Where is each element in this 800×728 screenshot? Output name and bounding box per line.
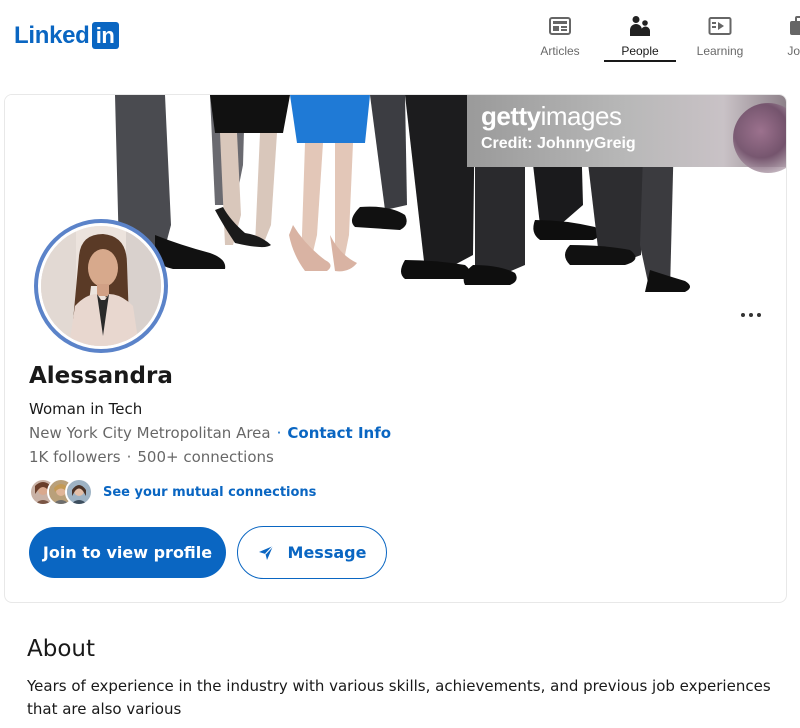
nav-item-articles[interactable]: Articles [520,14,600,62]
location-row: New York City Metropolitan Area · Contact … [29,424,391,442]
profile-headline: Woman in Tech [29,400,143,418]
watermark-logo: gettyimages [481,101,622,131]
avatar[interactable] [34,219,168,353]
nav-item-people[interactable]: People [600,14,680,62]
separator-dot: · [276,424,282,442]
avatar-photo [41,226,161,346]
people-icon [630,16,650,36]
nav-label-jobs: Jobs [787,44,800,58]
logo-wordmark: Linked [14,22,90,49]
jobs-icon [790,16,800,35]
top-nav: Articles People Learning Jo [520,14,800,62]
learning-icon [708,17,732,35]
mutual-avatars [29,478,93,506]
stats-row: 1K followers · 500+ connections [29,448,274,466]
more-dot [757,313,761,317]
articles-icon [549,17,571,35]
profile-location: New York City Metropolitan Area [29,424,271,442]
more-actions-button[interactable] [735,303,767,327]
linkedin-logo[interactable]: Linked in [14,22,119,49]
mutual-connections-link[interactable]: See your mutual connections [29,478,316,506]
contact-info-link[interactable]: Contact Info [287,424,391,442]
message-button-label: Message [287,543,367,562]
logo-box: in [91,22,119,49]
watermark-credit: Credit: JohnnyGreig [481,135,636,152]
nav-label-learning: Learning [696,44,744,58]
more-dot [741,313,745,317]
more-dot [749,313,753,317]
join-to-view-profile-button[interactable]: Join to view profile [29,527,226,578]
mutual-avatar [65,478,93,506]
top-header: Linked in Articles People Learning Jo [0,0,800,64]
about-text: Years of experience in the industry with… [27,677,771,718]
mutual-connections-label: See your mutual connections [103,484,317,500]
profile-name: Alessandra [29,363,173,389]
nav-label-articles: Articles [540,44,580,58]
send-icon [258,545,273,560]
connections-count: 500+ connections [137,448,274,466]
avatar-portrait [41,226,161,346]
profile-card: gettyimages Credit: JohnnyGreig Alessand… [4,94,787,603]
nav-label-people: People [621,44,659,58]
nav-item-jobs[interactable]: Jobs [760,14,800,62]
message-button[interactable]: Message [237,526,387,579]
separator-dot: · [126,448,132,466]
about-heading: About [27,636,96,662]
followers-count: 1K followers [29,448,121,466]
nav-item-learning[interactable]: Learning [680,14,760,62]
